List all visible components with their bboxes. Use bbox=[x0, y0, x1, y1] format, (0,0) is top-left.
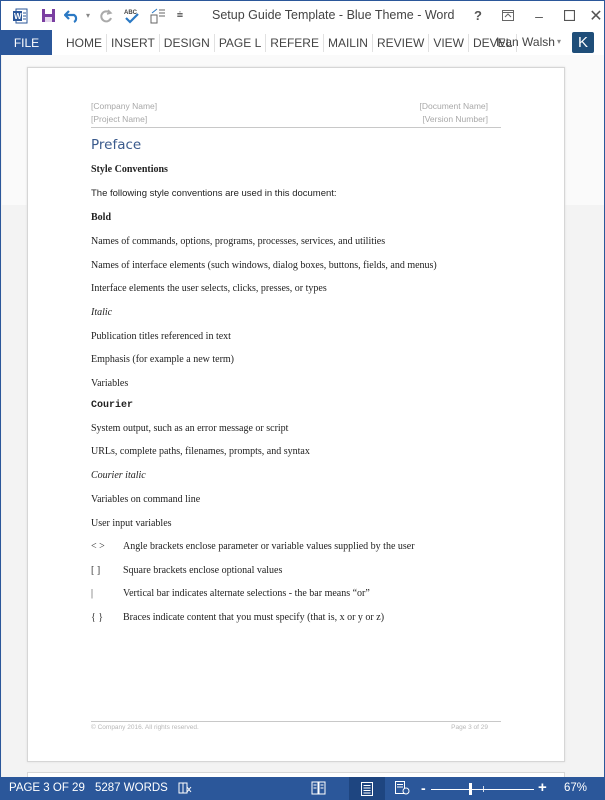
symbol-description: Angle brackets enclose parameter or vari… bbox=[123, 541, 415, 552]
tab-references[interactable]: REFERE bbox=[266, 34, 324, 52]
symbol-square-brackets: [ ] bbox=[91, 565, 101, 576]
convention-item: Emphasis (for example a new term) bbox=[91, 354, 235, 365]
symbol-description: Vertical bar indicates alternate selecti… bbox=[123, 588, 370, 599]
redo-icon bbox=[100, 8, 113, 22]
document-page[interactable]: [Company Name] [Project Name] [Document … bbox=[27, 67, 565, 762]
redo-button[interactable] bbox=[93, 1, 119, 30]
tab-design[interactable]: DESIGN bbox=[160, 34, 215, 52]
undo-button[interactable] bbox=[61, 1, 83, 30]
subheading: Style Conventions bbox=[91, 164, 168, 175]
tab-mailings[interactable]: MAILIN bbox=[324, 34, 373, 52]
footer-copyright: © Company 2016. All rights reserved. bbox=[91, 724, 199, 731]
zoom-in-button[interactable]: + bbox=[538, 779, 547, 796]
convention-item: Names of commands, options, programs, pr… bbox=[91, 236, 386, 247]
section-heading: Preface bbox=[91, 137, 142, 153]
save-button[interactable] bbox=[35, 1, 61, 30]
word-window: W ▾ ABC ⩧ Setup Guide Template - Blue Th… bbox=[0, 0, 605, 800]
symbol-braces: { } bbox=[91, 612, 104, 623]
tab-view[interactable]: VIEW bbox=[429, 34, 469, 52]
word-count[interactable]: 5287 WORDS bbox=[95, 782, 168, 794]
title-bar: W ▾ ABC ⩧ Setup Guide Template - Blue Th… bbox=[1, 1, 604, 30]
print-layout-button[interactable] bbox=[349, 777, 385, 800]
spelling-icon: ABC bbox=[124, 10, 139, 24]
tab-insert[interactable]: INSERT bbox=[107, 34, 160, 52]
status-bar: PAGE 3 OF 29 5287 WORDS - + 67% bbox=[1, 777, 605, 800]
web-layout-button[interactable] bbox=[395, 781, 410, 798]
symbol-vertical-bar: | bbox=[91, 588, 94, 599]
print-layout-icon bbox=[361, 782, 373, 796]
intro-text: The following style conventions are used… bbox=[91, 188, 337, 199]
ribbon-display-icon bbox=[502, 10, 514, 21]
customize-toolbar-button[interactable]: ⩧ bbox=[171, 1, 189, 30]
header-version-number: [Version Number] bbox=[422, 114, 488, 124]
minimize-button[interactable]: – bbox=[524, 1, 554, 30]
word-logo-icon[interactable]: W bbox=[5, 1, 35, 30]
svg-text:W: W bbox=[14, 12, 22, 21]
symbol-angle-brackets: < > bbox=[91, 541, 105, 552]
close-button[interactable]: ✕ bbox=[581, 1, 605, 30]
read-mode-button[interactable] bbox=[311, 781, 326, 798]
convention-item: Names of interface elements (such window… bbox=[91, 260, 437, 271]
ribbon-display-options-button[interactable] bbox=[493, 1, 523, 30]
zoom-slider-thumb[interactable] bbox=[469, 783, 472, 795]
read-mode-icon bbox=[311, 781, 326, 795]
maximize-icon bbox=[563, 10, 575, 21]
window-title: Setup Guide Template - Blue Theme - Word bbox=[212, 8, 455, 22]
header-company-name: [Company Name] bbox=[91, 101, 158, 111]
undo-icon bbox=[64, 9, 78, 23]
convention-label-courier-italic: Courier italic bbox=[91, 470, 146, 481]
user-account-name[interactable]: Ivan Walsh bbox=[496, 35, 555, 49]
convention-item: Variables bbox=[91, 378, 129, 389]
page-count[interactable]: PAGE 3 OF 29 bbox=[9, 782, 85, 794]
zoom-slider-100-mark bbox=[483, 786, 484, 792]
footer-page-number: Page 3 of 29 bbox=[451, 724, 488, 731]
help-button[interactable]: ? bbox=[463, 1, 493, 30]
footer-divider bbox=[91, 721, 501, 722]
proofing-icon bbox=[178, 782, 192, 794]
convention-item: User input variables bbox=[91, 518, 172, 529]
convention-label-italic: Italic bbox=[91, 307, 113, 318]
user-account-dropdown[interactable]: ▾ bbox=[557, 37, 561, 46]
proofing-status-button[interactable] bbox=[178, 781, 192, 798]
maximize-button[interactable] bbox=[554, 1, 584, 30]
customize-icon: ⩧ bbox=[176, 9, 184, 21]
user-avatar[interactable]: K bbox=[572, 32, 594, 53]
header-divider bbox=[91, 127, 501, 128]
tab-page-layout[interactable]: PAGE L bbox=[215, 34, 267, 52]
convention-label-bold: Bold bbox=[91, 212, 112, 223]
ribbon-tabs: FILE HOME INSERT DESIGN PAGE L REFERE MA… bbox=[1, 30, 604, 55]
tab-home[interactable]: HOME bbox=[62, 34, 107, 52]
document-area: [Company Name] [Project Name] [Document … bbox=[2, 55, 604, 782]
header-document-name: [Document Name] bbox=[419, 101, 489, 111]
convention-label-courier: Courier bbox=[91, 400, 134, 411]
symbol-description: Braces indicate content that you must sp… bbox=[123, 612, 385, 623]
touch-mode-icon bbox=[150, 8, 165, 23]
undo-dropdown[interactable]: ▾ bbox=[83, 1, 93, 30]
spelling-button[interactable]: ABC bbox=[119, 1, 145, 30]
convention-item: URLs, complete paths, filenames, prompts… bbox=[91, 446, 310, 457]
web-layout-icon bbox=[395, 781, 410, 795]
touch-mode-button[interactable] bbox=[145, 1, 171, 30]
header-project-name: [Project Name] bbox=[91, 114, 148, 124]
convention-item: System output, such as an error message … bbox=[91, 423, 289, 434]
save-icon bbox=[41, 9, 55, 22]
symbol-description: Square brackets enclose optional values bbox=[123, 565, 283, 576]
convention-item: Interface elements the user selects, cli… bbox=[91, 283, 327, 294]
convention-item: Variables on command line bbox=[91, 494, 201, 505]
tab-review[interactable]: REVIEW bbox=[373, 34, 430, 52]
convention-item: Publication titles referenced in text bbox=[91, 331, 231, 342]
tab-file[interactable]: FILE bbox=[1, 30, 52, 55]
zoom-out-button[interactable]: - bbox=[421, 780, 426, 796]
zoom-level[interactable]: 67% bbox=[564, 782, 587, 794]
